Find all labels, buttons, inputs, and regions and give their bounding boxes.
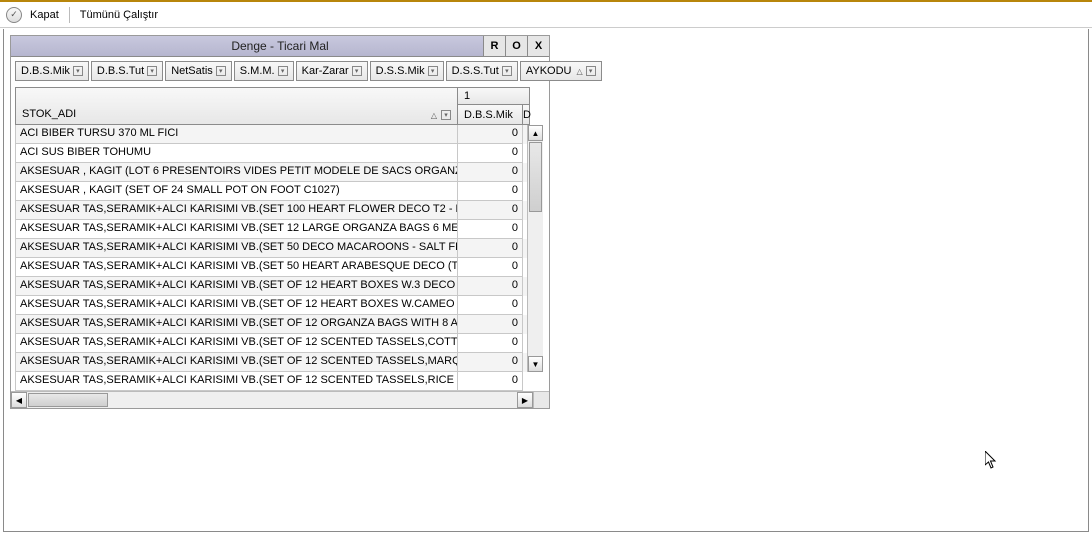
table-row[interactable]: AKSESUAR TAS,SERAMIK+ALCI KARISIMI VB.(S… [15, 334, 527, 353]
cell-dbsmik: 0 [458, 334, 523, 353]
table-row[interactable]: AKSESUAR , KAGIT (LOT 6 PRESENTOIRS VIDE… [15, 163, 527, 182]
table-row[interactable]: AKSESUAR TAS,SERAMIK+ALCI KARISIMI VB.(S… [15, 277, 527, 296]
header-stok-adi[interactable]: STOK_ADI △▾ [15, 87, 458, 125]
scroll-thumb-v[interactable] [529, 142, 542, 212]
scroll-right-icon[interactable]: ▶ [517, 392, 533, 408]
col-netsatis[interactable]: NetSatis▾ [165, 61, 232, 81]
table-row[interactable]: AKSESUAR TAS,SERAMIK+ALCI KARISIMI VB.(S… [15, 258, 527, 277]
cell-dbsmik: 0 [458, 353, 523, 372]
funnel-icon[interactable]: ▾ [278, 66, 288, 76]
toolbar: ✓ Kapat Tümünü Çalıştır [0, 2, 1092, 28]
funnel-icon[interactable]: ▾ [216, 66, 226, 76]
scroll-corner [533, 392, 549, 408]
funnel-icon[interactable]: ▾ [73, 66, 83, 76]
funnel-icon[interactable]: ▾ [352, 66, 362, 76]
cell-stok-adi: AKSESUAR TAS,SERAMIK+ALCI KARISIMI VB.(S… [15, 239, 458, 258]
table-row[interactable]: ACI BIBER TURSU 370 ML FICI0 [15, 125, 527, 144]
horizontal-scrollbar[interactable]: ◀ ▶ [11, 391, 549, 408]
table-row[interactable]: AKSESUAR TAS,SERAMIK+ALCI KARISIMI VB.(S… [15, 353, 527, 372]
cell-stok-adi: AKSESUAR TAS,SERAMIK+ALCI KARISIMI VB.(S… [15, 353, 458, 372]
table-row[interactable]: AKSESUAR TAS,SERAMIK+ALCI KARISIMI VB.(S… [15, 239, 527, 258]
cell-stok-adi: ACI SUS BIBER TOHUMU [15, 144, 458, 163]
col-dsstut[interactable]: D.S.S.Tut▾ [446, 61, 518, 81]
cell-dbsmik: 0 [458, 296, 523, 315]
header-dbsmik[interactable]: D.B.S.Mik [458, 105, 523, 125]
cell-dbsmik: 0 [458, 258, 523, 277]
col-karzarar[interactable]: Kar-Zarar▾ [296, 61, 368, 81]
funnel-icon[interactable]: ▾ [441, 110, 451, 120]
main-area: Denge - Ticari Mal R O X D.B.S.Mik▾ D.B.… [3, 29, 1089, 532]
scroll-down-icon[interactable]: ▼ [528, 356, 543, 372]
cell-stok-adi: AKSESUAR , KAGIT (SET OF 24 SMALL POT ON… [15, 182, 458, 201]
table-row[interactable]: AKSESUAR , KAGIT (SET OF 24 SMALL POT ON… [15, 182, 527, 201]
sort-asc-icon: △ [577, 67, 583, 76]
vertical-scrollbar[interactable]: ▲ ▼ [527, 125, 543, 372]
cell-dbsmik: 0 [458, 372, 523, 391]
funnel-icon[interactable]: ▾ [147, 66, 157, 76]
cell-dbsmik: 0 [458, 220, 523, 239]
panel-titlebar: Denge - Ticari Mal R O X [11, 36, 549, 57]
cell-stok-adi: AKSESUAR TAS,SERAMIK+ALCI KARISIMI VB.(S… [15, 372, 458, 391]
cell-dbsmik: 0 [458, 144, 523, 163]
close-button[interactable]: Kapat [26, 9, 63, 21]
cell-stok-adi: ACI BIBER TURSU 370 ML FICI [15, 125, 458, 144]
col-dbstut[interactable]: D.B.S.Tut▾ [91, 61, 163, 81]
header-d-partial[interactable]: D [523, 105, 530, 125]
panel-btn-r[interactable]: R [483, 36, 505, 56]
cell-stok-adi: AKSESUAR TAS,SERAMIK+ALCI KARISIMI VB.(S… [15, 277, 458, 296]
cell-dbsmik: 0 [458, 239, 523, 258]
col-smm[interactable]: S.M.M.▾ [234, 61, 294, 81]
header-group-1[interactable]: 1 [458, 87, 530, 105]
cell-stok-adi: AKSESUAR TAS,SERAMIK+ALCI KARISIMI VB.(S… [15, 201, 458, 220]
table-row[interactable]: AKSESUAR TAS,SERAMIK+ALCI KARISIMI VB.(S… [15, 296, 527, 315]
funnel-icon[interactable]: ▾ [502, 66, 512, 76]
grid-body: ACI BIBER TURSU 370 ML FICI0ACI SUS BIBE… [11, 125, 543, 391]
sort-asc-icon: △ [431, 111, 437, 120]
funnel-icon[interactable]: ▾ [586, 66, 596, 76]
panel-title: Denge - Ticari Mal [11, 39, 549, 53]
scroll-up-icon[interactable]: ▲ [528, 125, 543, 141]
run-all-button[interactable]: Tümünü Çalıştır [76, 9, 162, 21]
cell-dbsmik: 0 [458, 182, 523, 201]
scroll-thumb-h[interactable] [28, 393, 108, 407]
cell-stok-adi: AKSESUAR TAS,SERAMIK+ALCI KARISIMI VB.(S… [15, 258, 458, 277]
table-row[interactable]: ACI SUS BIBER TOHUMU0 [15, 144, 527, 163]
col-dssmik[interactable]: D.S.S.Mik▾ [370, 61, 444, 81]
table-row[interactable]: AKSESUAR TAS,SERAMIK+ALCI KARISIMI VB.(S… [15, 201, 527, 220]
cell-stok-adi: AKSESUAR TAS,SERAMIK+ALCI KARISIMI VB.(S… [15, 220, 458, 239]
cell-stok-adi: AKSESUAR TAS,SERAMIK+ALCI KARISIMI VB.(S… [15, 296, 458, 315]
cell-dbsmik: 0 [458, 125, 523, 144]
funnel-icon[interactable]: ▾ [428, 66, 438, 76]
secondary-header: STOK_ADI △▾ 1 D.B.S.Mik D [15, 87, 543, 125]
scroll-left-icon[interactable]: ◀ [11, 392, 27, 408]
cell-stok-adi: AKSESUAR TAS,SERAMIK+ALCI KARISIMI VB.(S… [15, 315, 458, 334]
panel-btn-o[interactable]: O [505, 36, 527, 56]
cell-dbsmik: 0 [458, 163, 523, 182]
cell-dbsmik: 0 [458, 315, 523, 334]
cell-stok-adi: AKSESUAR , KAGIT (LOT 6 PRESENTOIRS VIDE… [15, 163, 458, 182]
table-row[interactable]: AKSESUAR TAS,SERAMIK+ALCI KARISIMI VB.(S… [15, 315, 527, 334]
column-chips-row: D.B.S.Mik▾ D.B.S.Tut▾ NetSatis▾ S.M.M.▾ … [11, 57, 549, 81]
col-aykodu[interactable]: AYKODU△▾ [520, 61, 602, 81]
col-dbsmik[interactable]: D.B.S.Mik▾ [15, 61, 89, 81]
cell-dbsmik: 0 [458, 277, 523, 296]
pivot-panel: Denge - Ticari Mal R O X D.B.S.Mik▾ D.B.… [10, 35, 550, 409]
table-row[interactable]: AKSESUAR TAS,SERAMIK+ALCI KARISIMI VB.(S… [15, 372, 527, 391]
table-row[interactable]: AKSESUAR TAS,SERAMIK+ALCI KARISIMI VB.(S… [15, 220, 527, 239]
close-icon[interactable]: ✓ [6, 7, 22, 23]
cell-stok-adi: AKSESUAR TAS,SERAMIK+ALCI KARISIMI VB.(S… [15, 334, 458, 353]
cell-dbsmik: 0 [458, 201, 523, 220]
panel-btn-x[interactable]: X [527, 36, 549, 56]
